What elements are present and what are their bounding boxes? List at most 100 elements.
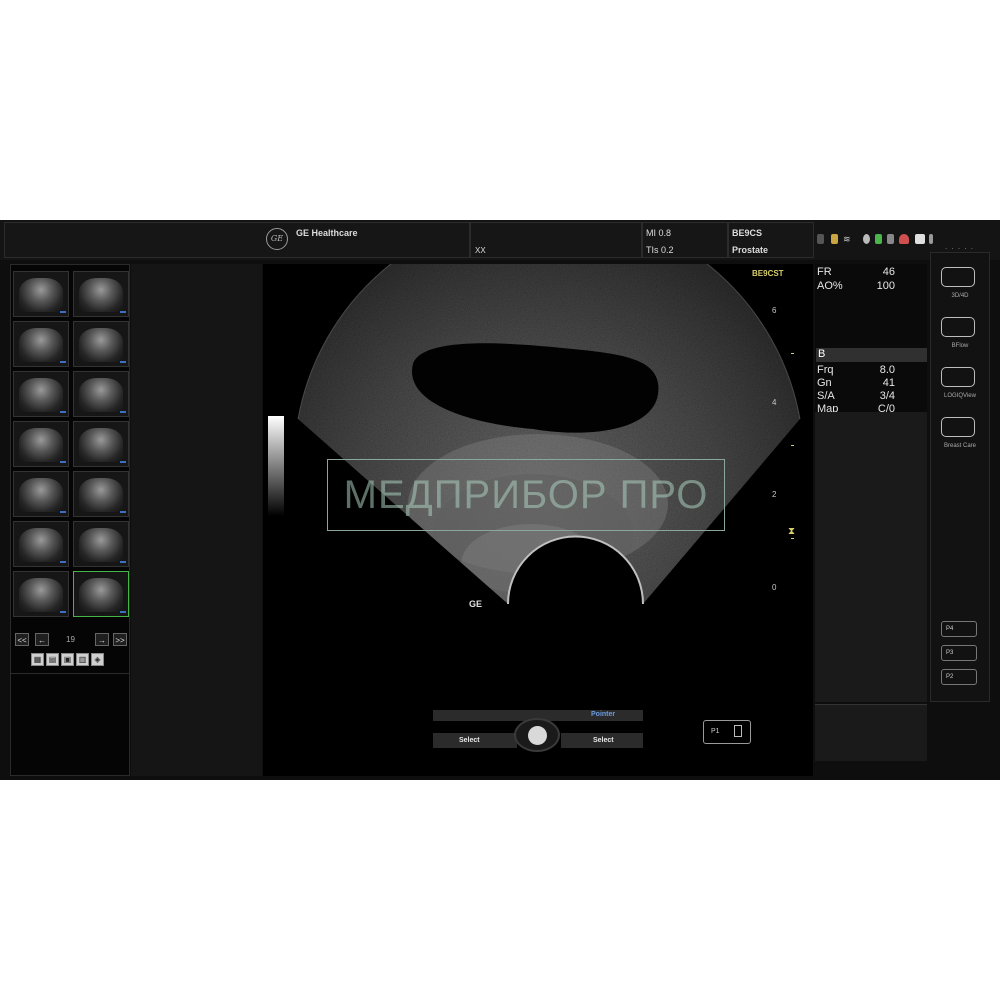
p1-button[interactable]: P1	[703, 720, 751, 744]
thumbnail-item[interactable]	[73, 571, 129, 617]
b-mode-header: B	[816, 348, 927, 362]
last-page-button[interactable]: >>	[113, 633, 127, 646]
p2-button[interactable]: P2	[941, 669, 977, 685]
save-icon[interactable]: ▣	[61, 653, 74, 666]
thumbnail-item[interactable]	[73, 271, 129, 317]
trackball-controls: Pointer Select Select	[433, 710, 643, 752]
thumbnail-item[interactable]	[13, 471, 69, 517]
thumbnail-marker	[60, 561, 66, 563]
button-logiqview[interactable]	[941, 367, 975, 387]
param-value: 8.0	[879, 364, 895, 376]
pointer-label: Pointer	[591, 711, 616, 718]
watermark: МЕДПРИБОР ПРО	[327, 459, 725, 531]
left-select-label: Select	[459, 737, 480, 744]
focus-marker-icon[interactable]: ⧗	[788, 526, 798, 538]
button-breast-care-label: Breast Care	[943, 443, 976, 449]
depth-mark-2: 2	[772, 490, 777, 499]
save-icon	[734, 725, 742, 737]
param-value: 41	[882, 377, 895, 389]
thumbnail-panel: << ← 19 → >> ▦ ▤ ▣ ▥ ◈	[10, 264, 130, 776]
thumbnail-image	[79, 478, 123, 512]
thumbnail-marker	[120, 361, 126, 363]
thumbnail-image	[79, 528, 123, 562]
thumbnail-marker	[60, 311, 66, 313]
thumbnail-nav: << ← 19 → >>	[15, 633, 127, 649]
param-label: AO%	[817, 280, 843, 292]
ge-orientation-mark: GE	[469, 599, 483, 609]
grid-view-icon[interactable]: ▦	[31, 653, 44, 666]
thumbnail-item[interactable]	[13, 521, 69, 567]
thumbnail-marker	[120, 311, 126, 313]
param-value: 100	[876, 280, 895, 292]
param-label: Gn	[817, 377, 832, 389]
param-row: S/A 3/4	[817, 390, 925, 403]
thumbnail-marker	[120, 561, 126, 563]
patient-cell[interactable]	[470, 222, 642, 258]
thumbnail-item[interactable]	[13, 421, 69, 467]
thumbnail-image	[19, 428, 63, 462]
thumbnail-marker	[60, 511, 66, 513]
probe-label: BE9CST	[752, 269, 784, 278]
first-page-button[interactable]: <<	[15, 633, 29, 646]
thumbnail-image	[19, 378, 63, 412]
thumbnail-marker	[120, 411, 126, 413]
ultrasound-screen: GE GE Healthcare XX MI 0.8 TIs 0.2 BE9CS…	[0, 208, 1000, 780]
depth-tick	[791, 353, 794, 354]
param-row: Frq 8.0	[817, 364, 925, 377]
depth-mark-0: 0	[772, 583, 777, 592]
thumbnail-item[interactable]	[13, 571, 69, 617]
thumbnail-marker	[60, 411, 66, 413]
button-breast-care[interactable]	[941, 417, 975, 437]
next-page-button[interactable]: →	[95, 633, 109, 646]
thumbnail-item[interactable]	[13, 371, 69, 417]
p4-button[interactable]: P4	[941, 621, 977, 637]
network-icon	[863, 234, 870, 244]
parameter-panel: FR 46 AO% 100 B Frq8.0Gn41S/A3/4MapC/0D6…	[815, 264, 927, 454]
battery-icon	[915, 234, 925, 244]
thumbnail-image	[79, 378, 123, 412]
p3-button[interactable]: P3	[941, 645, 977, 661]
top-bar: GE GE Healthcare XX MI 0.8 TIs 0.2 BE9CS…	[0, 220, 1000, 260]
thumbnail-item[interactable]	[73, 321, 129, 367]
param-row: AO% 100	[817, 280, 925, 293]
divider	[11, 673, 129, 674]
thumbnail-marker	[60, 611, 66, 613]
thumbnail-image	[79, 278, 123, 312]
thumbnail-item[interactable]	[13, 271, 69, 317]
param-row: Gn 41	[817, 377, 925, 390]
select-all-icon[interactable]: ▤	[46, 653, 59, 666]
preset-name: Prostate	[732, 245, 769, 255]
probe-name: BE9CS	[732, 228, 763, 238]
thumbnail-image	[79, 578, 123, 612]
trackball-icon[interactable]	[528, 726, 547, 745]
param-panel-footer	[815, 704, 927, 761]
thumbnail-marker	[120, 511, 126, 513]
p1-label: P1	[711, 728, 720, 735]
button-bflow-label: BFlow	[951, 343, 969, 349]
patient-name: XX	[475, 246, 486, 255]
printer-icon	[887, 234, 894, 244]
param-label: Frq	[817, 364, 834, 376]
param-row: FR 46	[817, 266, 925, 279]
depth-tick	[791, 538, 794, 539]
thumbnail-item[interactable]	[73, 471, 129, 517]
thumbnail-item[interactable]	[73, 521, 129, 567]
param-panel-empty	[815, 412, 927, 702]
thumbnail-item[interactable]	[73, 421, 129, 467]
header-brand-cell	[4, 222, 470, 258]
button-3d4d-label: 3D/4D	[951, 293, 969, 299]
thumbnail-tools: ▦ ▤ ▣ ▥ ◈	[31, 653, 127, 667]
thumbnail-item[interactable]	[73, 371, 129, 417]
button-3d4d[interactable]	[941, 267, 975, 287]
prev-page-button[interactable]: ←	[35, 633, 49, 646]
delete-icon[interactable]: ▥	[76, 653, 89, 666]
thumbnail-image	[19, 528, 63, 562]
page-number: 19	[66, 635, 75, 644]
export-icon[interactable]: ◈	[91, 653, 104, 666]
button-bflow[interactable]	[941, 317, 975, 337]
thumbnail-image	[19, 328, 63, 362]
ge-logo-icon: GE	[266, 228, 288, 250]
button-logiqview-label: LOGIQView	[944, 393, 976, 399]
thumbnail-item[interactable]	[13, 321, 69, 367]
thumbnail-image	[19, 578, 63, 612]
